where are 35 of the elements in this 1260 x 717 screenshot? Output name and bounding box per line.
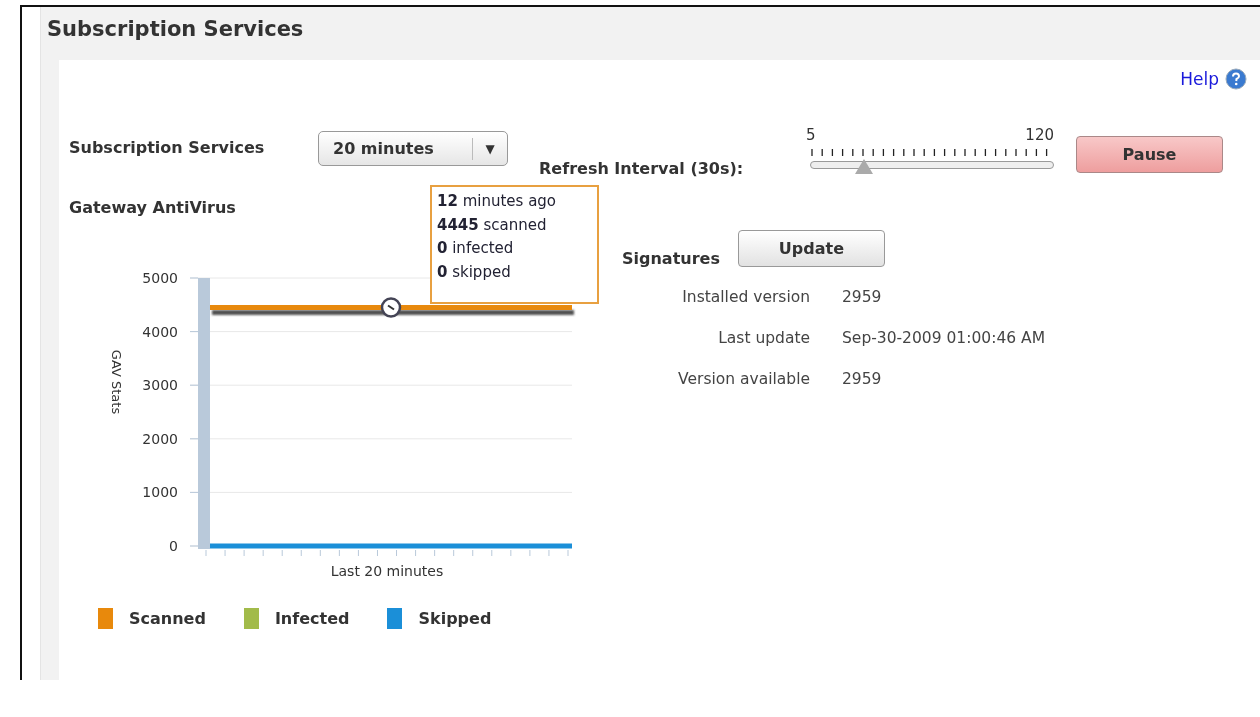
tooltip-text: 12 minutes ago: [437, 192, 557, 210]
field-label: Subscription Services: [69, 138, 266, 157]
legend-label: Scanned: [129, 609, 206, 628]
info-value: Sep-30-2009 01:00:46 AM: [842, 329, 1045, 347]
interval-dropdown[interactable]: 20 minutes ▼: [318, 131, 508, 166]
slider-thumb[interactable]: [854, 159, 873, 174]
pause-button[interactable]: Pause: [1076, 136, 1223, 173]
axis-tick-label: 5000: [142, 270, 178, 286]
clock-icon: [380, 297, 402, 318]
legend-label: Skipped: [418, 609, 492, 628]
axis-tick-label: 2000: [142, 430, 178, 447]
update-button[interactable]: Update: [737, 229, 885, 267]
info-label: Version available: [677, 370, 810, 388]
axis-title: Last 20 minutes: [330, 563, 444, 579]
info-value: 2959: [842, 288, 883, 306]
info-label: Installed version: [681, 288, 810, 306]
page-title: Subscription Services: [46, 16, 305, 43]
axis-tick-label: 1000: [142, 484, 178, 501]
help-icon[interactable]: [1225, 68, 1247, 90]
info-label: Last update: [717, 329, 810, 347]
slider-max-label: 120: [1025, 126, 1054, 144]
info-value: 2959: [842, 370, 883, 388]
axis-tick-label: 0: [169, 538, 178, 554]
tooltip-text: 0 skipped: [437, 262, 511, 281]
section-title: Signatures: [622, 249, 720, 268]
axis-title: GAV Stats: [109, 349, 124, 415]
legend-label: Infected: [274, 609, 350, 628]
tooltip-text: 4445 scanned: [437, 215, 547, 234]
axis-tick-label: 3000: [142, 377, 178, 394]
section-title: Gateway AntiVirus: [69, 198, 236, 217]
axis-tick-label: 4000: [142, 323, 178, 340]
slider-min-label: 5: [806, 126, 816, 144]
help-link[interactable]: Help: [1180, 69, 1219, 89]
tooltip-text: 0 infected: [437, 239, 514, 257]
field-label: Refresh Interval (30s):: [539, 159, 744, 178]
